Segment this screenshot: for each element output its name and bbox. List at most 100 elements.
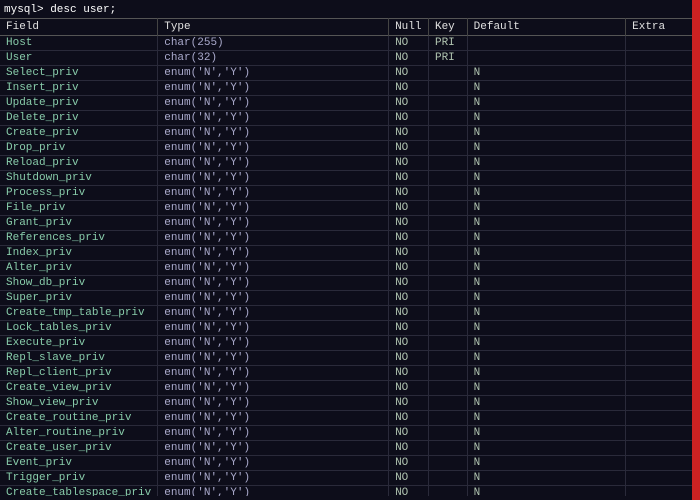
cell-24-1: enum('N','Y') — [158, 396, 389, 411]
cell-28-5 — [626, 456, 700, 471]
cell-27-4: N — [467, 441, 625, 456]
cell-4-4: N — [467, 96, 625, 111]
table-row: Alter_routine_privenum('N','Y')NON — [0, 426, 700, 441]
cell-22-2: NO — [389, 366, 429, 381]
cell-6-1: enum('N','Y') — [158, 126, 389, 141]
cell-16-4: N — [467, 276, 625, 291]
cell-3-4: N — [467, 81, 625, 96]
cell-9-2: NO — [389, 171, 429, 186]
cell-12-3 — [428, 216, 467, 231]
cell-25-5 — [626, 411, 700, 426]
col-header-null: Null — [389, 19, 429, 36]
cell-1-4 — [467, 51, 625, 66]
cell-22-3 — [428, 366, 467, 381]
cell-11-3 — [428, 201, 467, 216]
cell-5-0: Delete_priv — [0, 111, 158, 126]
cell-28-4: N — [467, 456, 625, 471]
cell-17-0: Super_priv — [0, 291, 158, 306]
cell-4-5 — [626, 96, 700, 111]
cell-30-4: N — [467, 486, 625, 497]
cell-14-2: NO — [389, 246, 429, 261]
cell-11-5 — [626, 201, 700, 216]
cell-23-0: Create_view_priv — [0, 381, 158, 396]
table-row: Repl_slave_privenum('N','Y')NON — [0, 351, 700, 366]
cell-15-1: enum('N','Y') — [158, 261, 389, 276]
cell-4-1: enum('N','Y') — [158, 96, 389, 111]
cell-7-1: enum('N','Y') — [158, 141, 389, 156]
cell-16-3 — [428, 276, 467, 291]
cell-6-3 — [428, 126, 467, 141]
cell-0-1: char(255) — [158, 36, 389, 51]
col-header-field: Field — [0, 19, 158, 36]
cell-8-4: N — [467, 156, 625, 171]
cell-23-4: N — [467, 381, 625, 396]
cell-12-2: NO — [389, 216, 429, 231]
cell-19-3 — [428, 321, 467, 336]
terminal: mysql> desc user; Field Type Null Key De… — [0, 0, 700, 500]
cell-2-5 — [626, 66, 700, 81]
cell-0-0: Host — [0, 36, 158, 51]
cell-11-0: File_priv — [0, 201, 158, 216]
table-row: Repl_client_privenum('N','Y')NON — [0, 366, 700, 381]
cell-18-5 — [626, 306, 700, 321]
cell-2-0: Select_priv — [0, 66, 158, 81]
table-container[interactable]: Field Type Null Key Default Extra Hostch… — [0, 18, 700, 496]
cell-26-2: NO — [389, 426, 429, 441]
cell-14-0: Index_priv — [0, 246, 158, 261]
table-row: Create_routine_privenum('N','Y')NON — [0, 411, 700, 426]
cell-7-3 — [428, 141, 467, 156]
cell-26-3 — [428, 426, 467, 441]
cell-6-2: NO — [389, 126, 429, 141]
cell-15-0: Alter_priv — [0, 261, 158, 276]
cell-10-5 — [626, 186, 700, 201]
cell-14-5 — [626, 246, 700, 261]
cell-20-3 — [428, 336, 467, 351]
table-row: References_privenum('N','Y')NON — [0, 231, 700, 246]
cell-2-3 — [428, 66, 467, 81]
table-row: Create_user_privenum('N','Y')NON — [0, 441, 700, 456]
cell-29-4: N — [467, 471, 625, 486]
cell-25-2: NO — [389, 411, 429, 426]
cell-16-2: NO — [389, 276, 429, 291]
cell-7-0: Drop_priv — [0, 141, 158, 156]
table-body: Hostchar(255)NOPRIUserchar(32)NOPRISelec… — [0, 36, 700, 497]
cell-13-5 — [626, 231, 700, 246]
cell-24-0: Show_view_priv — [0, 396, 158, 411]
cell-23-5 — [626, 381, 700, 396]
scrollbar-indicator — [692, 0, 700, 500]
cell-30-5 — [626, 486, 700, 497]
cell-21-2: NO — [389, 351, 429, 366]
cell-30-3 — [428, 486, 467, 497]
cell-21-3 — [428, 351, 467, 366]
cell-9-0: Shutdown_priv — [0, 171, 158, 186]
cell-30-0: Create_tablespace_priv — [0, 486, 158, 497]
table-row: Super_privenum('N','Y')NON — [0, 291, 700, 306]
cell-8-3 — [428, 156, 467, 171]
cell-25-4: N — [467, 411, 625, 426]
cell-18-2: NO — [389, 306, 429, 321]
cell-20-5 — [626, 336, 700, 351]
cell-15-3 — [428, 261, 467, 276]
cell-7-2: NO — [389, 141, 429, 156]
cell-16-5 — [626, 276, 700, 291]
col-header-extra: Extra — [626, 19, 700, 36]
table-row: Create_view_privenum('N','Y')NON — [0, 381, 700, 396]
table-row: Grant_privenum('N','Y')NON — [0, 216, 700, 231]
cell-19-1: enum('N','Y') — [158, 321, 389, 336]
cell-13-1: enum('N','Y') — [158, 231, 389, 246]
cell-30-2: NO — [389, 486, 429, 497]
cell-3-0: Insert_priv — [0, 81, 158, 96]
cell-13-0: References_priv — [0, 231, 158, 246]
cell-21-0: Repl_slave_priv — [0, 351, 158, 366]
cell-10-2: NO — [389, 186, 429, 201]
cell-1-1: char(32) — [158, 51, 389, 66]
cell-29-5 — [626, 471, 700, 486]
cell-5-5 — [626, 111, 700, 126]
cell-3-2: NO — [389, 81, 429, 96]
table-row: Userchar(32)NOPRI — [0, 51, 700, 66]
cell-3-1: enum('N','Y') — [158, 81, 389, 96]
cell-28-1: enum('N','Y') — [158, 456, 389, 471]
cell-4-0: Update_priv — [0, 96, 158, 111]
cell-5-4: N — [467, 111, 625, 126]
cell-12-0: Grant_priv — [0, 216, 158, 231]
